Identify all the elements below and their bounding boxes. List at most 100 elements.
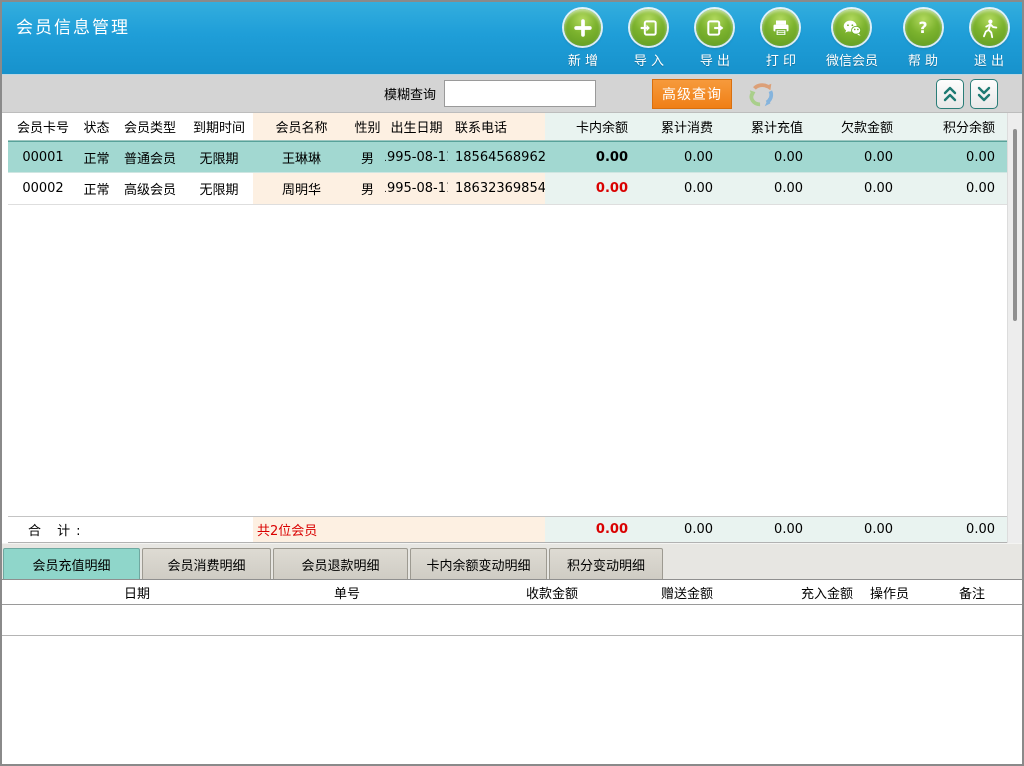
expand-down-button[interactable]	[970, 79, 998, 109]
table-row[interactable]: 00001 正常 普通会员 无限期 王琳琳 男 1995-08-11 18564…	[8, 141, 1007, 173]
import-button[interactable]: 导 入	[628, 9, 670, 69]
cell-recharge: 0.00	[725, 173, 815, 204]
header-card-no[interactable]: 会员卡号	[8, 113, 78, 140]
summary-points: 0.00	[905, 517, 1007, 542]
member-table: 会员卡号 状态 会员类型 到期时间 会员名称 性别 出生日期 联系电话 卡内余额…	[2, 113, 1007, 543]
header-status[interactable]: 状态	[78, 113, 115, 140]
summary-balance: 0.00	[545, 517, 640, 542]
pager-buttons	[936, 79, 998, 109]
header-balance[interactable]: 卡内余额	[545, 113, 640, 140]
summary-row: 合 计: 共2位会员 0.00 0.00 0.00 0.00 0.00	[8, 516, 1007, 543]
cell-gender: 男	[350, 173, 385, 204]
chevron-double-up-icon	[941, 84, 959, 104]
header-phone[interactable]: 联系电话	[448, 113, 545, 140]
header-consume[interactable]: 累计消费	[640, 113, 725, 140]
detail-header-operator[interactable]: 操作员	[857, 580, 922, 604]
member-info-window: 会员信息管理 新 增 导 入 导 出	[0, 0, 1024, 766]
tab-consume-detail[interactable]: 会员消费明细	[142, 548, 271, 579]
detail-header-charged[interactable]: 充入金额	[717, 580, 857, 604]
cell-card-no: 00001	[8, 142, 78, 172]
header-debt[interactable]: 欠款金额	[815, 113, 905, 140]
tab-refund-detail[interactable]: 会员退款明细	[273, 548, 408, 579]
title-bar: 会员信息管理 新 增 导 入 导 出	[2, 2, 1022, 75]
summary-consume: 0.00	[640, 517, 725, 542]
cell-status: 正常	[78, 142, 115, 172]
detail-header-date[interactable]: 日期	[2, 580, 272, 604]
table-empty-space	[8, 205, 1007, 516]
chevron-double-down-icon	[975, 84, 993, 104]
detail-header-order-no[interactable]: 单号	[272, 580, 422, 604]
plus-icon	[564, 9, 601, 46]
cell-name: 周明华	[253, 173, 350, 204]
member-table-header-row: 会员卡号 状态 会员类型 到期时间 会员名称 性别 出生日期 联系电话 卡内余额…	[8, 113, 1007, 141]
cell-birthday: 1995-08-11	[385, 173, 448, 204]
summary-recharge: 0.00	[725, 517, 815, 542]
cell-balance: 0.00	[545, 142, 640, 172]
cell-phone: 18632369854	[448, 173, 545, 204]
header-name[interactable]: 会员名称	[253, 113, 350, 140]
detail-header-note[interactable]: 备注	[922, 580, 1022, 604]
table-row[interactable]: 00002 正常 高级会员 无限期 周明华 男 1995-08-11 18632…	[8, 173, 1007, 205]
cell-debt: 0.00	[815, 173, 905, 204]
cell-card-no: 00002	[8, 173, 78, 204]
detail-header-received[interactable]: 收款金额	[422, 580, 582, 604]
add-button[interactable]: 新 增	[562, 9, 604, 69]
cell-gender: 男	[350, 142, 385, 172]
scrollbar-thumb[interactable]	[1013, 129, 1017, 321]
help-icon: ?	[905, 9, 942, 46]
wechat-member-button[interactable]: 微信会员	[826, 9, 878, 69]
exit-button[interactable]: 退 出	[968, 9, 1010, 69]
export-icon	[696, 9, 733, 46]
fuzzy-search-label: 模糊查询	[384, 84, 436, 103]
page-title: 会员信息管理	[16, 13, 130, 38]
tab-recharge-detail[interactable]: 会员充值明细	[3, 548, 140, 579]
header-gender[interactable]: 性别	[350, 113, 385, 140]
exit-icon	[971, 9, 1008, 46]
advanced-search-button[interactable]: 高级查询	[652, 79, 732, 109]
svg-text:?: ?	[918, 19, 927, 37]
cell-points: 0.00	[905, 173, 1007, 204]
header-expire[interactable]: 到期时间	[185, 113, 253, 140]
cell-name: 王琳琳	[253, 142, 350, 172]
cell-balance: 0.00	[545, 173, 640, 204]
cell-consume: 0.00	[640, 173, 725, 204]
search-bar: 模糊查询 高级查询	[2, 75, 1022, 113]
print-icon	[762, 9, 799, 46]
refresh-icon[interactable]	[746, 79, 776, 109]
import-icon	[630, 9, 667, 46]
cell-consume: 0.00	[640, 142, 725, 172]
cell-type: 普通会员	[115, 142, 185, 172]
cell-status: 正常	[78, 173, 115, 204]
header-recharge[interactable]: 累计充值	[725, 113, 815, 140]
help-button[interactable]: ? 帮 助	[902, 9, 944, 69]
member-table-area: 会员卡号 状态 会员类型 到期时间 会员名称 性别 出生日期 联系电话 卡内余额…	[2, 113, 1022, 543]
detail-table-header-row: 日期 单号 收款金额 赠送金额 充入金额 操作员 备注	[2, 579, 1022, 605]
tab-points-change-detail[interactable]: 积分变动明细	[549, 548, 663, 579]
cell-expire: 无限期	[185, 142, 253, 172]
summary-member-count: 共2位会员	[253, 517, 545, 542]
toolbar: 新 增 导 入 导 出 打 印	[562, 9, 1010, 69]
collapse-up-button[interactable]	[936, 79, 964, 109]
wechat-icon	[833, 9, 870, 46]
detail-table-empty-row	[2, 605, 1022, 636]
cell-recharge: 0.00	[725, 142, 815, 172]
vertical-scrollbar[interactable]	[1007, 113, 1022, 543]
header-birthday[interactable]: 出生日期	[385, 113, 448, 140]
header-points[interactable]: 积分余额	[905, 113, 1007, 140]
cell-debt: 0.00	[815, 142, 905, 172]
fuzzy-search-input[interactable]	[444, 80, 596, 107]
cell-points: 0.00	[905, 142, 1007, 172]
detail-tabstrip: 会员充值明细 会员消费明细 会员退款明细 卡内余额变动明细 积分变动明细	[2, 543, 1022, 579]
detail-table-empty-space	[2, 636, 1022, 764]
tab-balance-change-detail[interactable]: 卡内余额变动明细	[410, 548, 547, 579]
summary-label: 合 计:	[8, 517, 253, 542]
cell-type: 高级会员	[115, 173, 185, 204]
detail-header-gift[interactable]: 赠送金额	[582, 580, 717, 604]
export-button[interactable]: 导 出	[694, 9, 736, 69]
header-type[interactable]: 会员类型	[115, 113, 185, 140]
cell-phone: 18564568962	[448, 142, 545, 172]
summary-debt: 0.00	[815, 517, 905, 542]
cell-expire: 无限期	[185, 173, 253, 204]
cell-birthday: 1995-08-11	[385, 142, 448, 172]
print-button[interactable]: 打 印	[760, 9, 802, 69]
